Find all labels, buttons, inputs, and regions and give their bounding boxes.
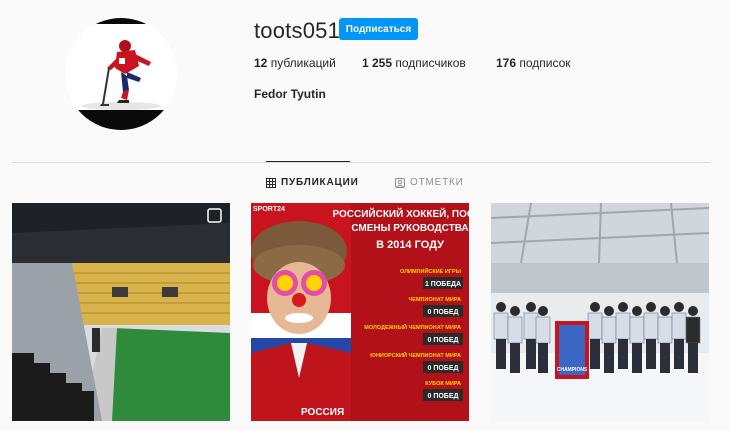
player-head	[510, 306, 520, 316]
post-tile-2[interactable]: РОССИЯ SPORT24 РОССИЙСКИЙ ХОККЕЙ, ПОСЛЕ …	[251, 203, 469, 421]
player-legs	[646, 339, 656, 369]
profile-full-name: Fedor Tyutin	[254, 87, 326, 101]
post-tile-1[interactable]	[12, 203, 230, 421]
player-legs	[674, 339, 684, 369]
post-image-stadium	[12, 203, 230, 421]
avatar-image-hockey-player	[65, 18, 177, 130]
player-legs	[590, 339, 600, 369]
posts-count: 12	[254, 56, 268, 70]
champions-banner-text: CHAMPIONS	[557, 367, 588, 373]
player-head	[632, 306, 642, 316]
following-label: подписок	[519, 56, 571, 70]
player-legs	[688, 343, 698, 373]
poster-row-value: 0 ПОБЕД	[427, 309, 458, 316]
following-stat[interactable]: 176 подписок	[496, 56, 571, 70]
post-image-team-photo: CHAMPIONS	[491, 203, 709, 421]
player-head	[590, 302, 600, 312]
profile-avatar[interactable]	[65, 18, 177, 130]
player-body	[685, 316, 701, 344]
followers-count: 1 255	[362, 56, 393, 70]
player-legs	[526, 339, 536, 369]
shirt-text: РОССИЯ	[301, 407, 344, 418]
player-body	[587, 312, 603, 340]
tab-posts-label: ПУБЛИКАЦИИ	[281, 177, 359, 188]
poster-row-label: МОЛОДЕЖНЫЙ ЧЕМПИОНАТ МИРА	[364, 323, 461, 331]
player-legs	[538, 343, 548, 373]
poster-title-line3: В 2014 ГОДУ	[376, 239, 444, 251]
player-legs	[632, 343, 642, 373]
player-body	[671, 312, 687, 340]
player-legs	[660, 343, 670, 373]
followers-label: подписчиков	[395, 56, 466, 70]
poster-row-label: ЮНИОРСКИЙ ЧЕМПИОНАТ МИРА	[370, 351, 461, 359]
player-head	[688, 306, 698, 316]
poster-row-label: ОЛИМПИЙСКИЕ ИГРЫ	[400, 267, 462, 275]
profile-username: toots051	[254, 18, 341, 43]
player-legs	[510, 343, 520, 373]
player-body	[643, 312, 659, 340]
tab-tagged[interactable]: ОТМЕТКИ	[395, 177, 464, 188]
poster-banner: SPORT24	[253, 206, 285, 213]
player-body	[601, 316, 617, 344]
player-body	[507, 316, 523, 344]
player-head	[526, 302, 536, 312]
follow-button[interactable]: Подписаться	[339, 18, 418, 40]
poster-row-label: ЧЕМПИОНАТ МИРА	[408, 297, 461, 303]
player-head	[604, 306, 614, 316]
player-body	[657, 316, 673, 344]
posts-count-stat: 12 публикаций	[254, 56, 336, 70]
post-image-poster: РОССИЯ SPORT24 РОССИЙСКИЙ ХОККЕЙ, ПОСЛЕ …	[251, 203, 469, 421]
posts-label: публикаций	[270, 56, 336, 70]
post-tile-3[interactable]: CHAMPIONS	[491, 203, 709, 421]
player-legs	[618, 339, 628, 369]
player-body	[629, 316, 645, 344]
poster-row-label: КУБОК МИРА	[425, 381, 461, 387]
poster-row-value: 0 ПОБЕД	[427, 393, 458, 400]
following-count: 176	[496, 56, 517, 70]
player-legs	[496, 339, 506, 369]
player-head	[538, 306, 548, 316]
player-head	[646, 302, 656, 312]
poster-row-value: 0 ПОБЕД	[427, 365, 458, 372]
followers-stat[interactable]: 1 255 подписчиков	[362, 56, 466, 70]
player-body	[493, 312, 509, 340]
player-head	[660, 306, 670, 316]
player-head	[496, 302, 506, 312]
active-tab-indicator	[266, 161, 350, 162]
grid-icon	[266, 177, 276, 188]
tab-tagged-label: ОТМЕТКИ	[410, 177, 464, 188]
poster-row-value: 0 ПОБЕД	[427, 337, 458, 344]
tab-posts[interactable]: ПУБЛИКАЦИИ	[266, 177, 359, 188]
player-body	[535, 316, 551, 344]
player-head	[618, 302, 628, 312]
poster-row-value: 1 ПОБЕДА	[425, 281, 461, 288]
player-legs	[604, 343, 614, 373]
poster-title-line1: РОССИЙСКИЙ ХОККЕЙ, ПОСЛЕ	[332, 207, 469, 220]
tagged-icon	[395, 177, 405, 188]
player-body	[615, 312, 631, 340]
tabs-divider	[12, 162, 710, 163]
poster-title-line2: СМЕНЫ РУКОВОДСТВА	[351, 223, 468, 234]
player-head	[674, 302, 684, 312]
